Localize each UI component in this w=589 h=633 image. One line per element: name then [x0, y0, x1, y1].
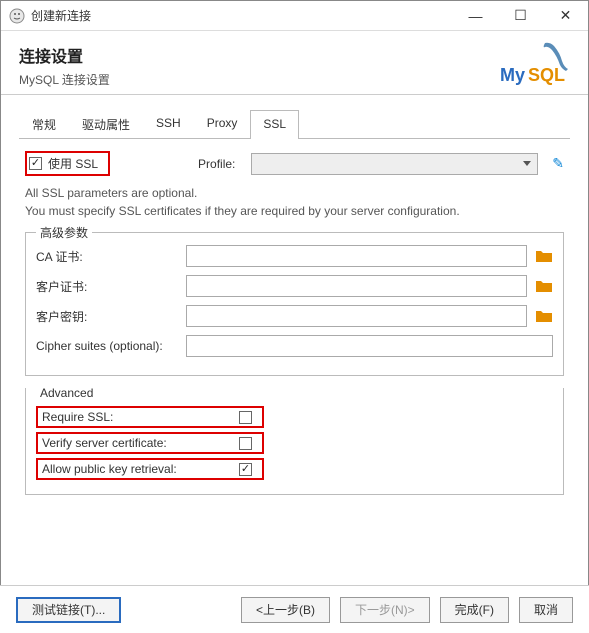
- use-ssl-highlight: 使用 SSL: [25, 151, 110, 176]
- mysql-logo: My SQL: [500, 41, 570, 92]
- page-title: 连接设置: [19, 43, 570, 67]
- cipher-label: Cipher suites (optional):: [36, 339, 186, 353]
- require-ssl-label: Require SSL:: [42, 410, 239, 424]
- folder-icon[interactable]: [535, 308, 553, 324]
- folder-icon[interactable]: [535, 248, 553, 264]
- tab-driver[interactable]: 驱动属性: [69, 109, 143, 138]
- header: 连接设置 MySQL 连接设置 My SQL: [1, 31, 588, 95]
- tab-ssh[interactable]: SSH: [143, 109, 194, 138]
- profile-label: Profile:: [198, 157, 235, 171]
- back-button[interactable]: <上一步(B): [241, 597, 330, 623]
- tab-proxy[interactable]: Proxy: [194, 109, 251, 138]
- maximize-button[interactable]: ☐: [498, 1, 543, 31]
- advanced-fieldset: Advanced Require SSL: Verify server cert…: [25, 388, 564, 495]
- client-key-input[interactable]: [186, 305, 527, 327]
- verify-cert-checkbox[interactable]: [239, 437, 252, 450]
- finish-button[interactable]: 完成(F): [440, 597, 509, 623]
- next-button: 下一步(N)>: [340, 597, 430, 623]
- help-text-2: You must specify SSL certificates if the…: [25, 202, 564, 220]
- test-button[interactable]: 测试链接(T)...: [16, 597, 121, 623]
- advanced2-legend: Advanced: [36, 386, 97, 400]
- app-icon: [9, 8, 25, 24]
- use-ssl-label: 使用 SSL: [48, 155, 98, 172]
- allow-pkr-highlight: Allow public key retrieval:: [36, 458, 264, 480]
- edit-icon[interactable]: ✎: [552, 155, 564, 172]
- minimize-button[interactable]: —: [453, 1, 498, 31]
- advanced-legend: 高级参数: [36, 224, 92, 241]
- ca-cert-input[interactable]: [186, 245, 527, 267]
- tab-general[interactable]: 常规: [19, 109, 69, 138]
- svg-text:My: My: [500, 65, 525, 85]
- require-ssl-highlight: Require SSL:: [36, 406, 264, 428]
- client-key-label: 客户密钥:: [36, 308, 186, 325]
- tab-ssl[interactable]: SSL: [250, 110, 299, 139]
- use-ssl-checkbox[interactable]: [29, 157, 42, 170]
- profile-select[interactable]: [251, 153, 538, 175]
- verify-cert-label: Verify server certificate:: [42, 436, 239, 450]
- page-subtitle: MySQL 连接设置: [19, 71, 570, 88]
- require-ssl-checkbox[interactable]: [239, 411, 252, 424]
- window-title: 创建新连接: [31, 7, 453, 24]
- tabs: 常规 驱动属性 SSH Proxy SSL: [19, 109, 570, 139]
- footer: 测试链接(T)... <上一步(B) 下一步(N)> 完成(F) 取消: [0, 585, 589, 633]
- client-cert-label: 客户证书:: [36, 278, 186, 295]
- close-button[interactable]: ✕: [543, 1, 588, 31]
- verify-cert-highlight: Verify server certificate:: [36, 432, 264, 454]
- client-cert-input[interactable]: [186, 275, 527, 297]
- folder-icon[interactable]: [535, 278, 553, 294]
- help-text-1: All SSL parameters are optional.: [25, 184, 564, 202]
- allow-pkr-checkbox[interactable]: [239, 463, 252, 476]
- allow-pkr-label: Allow public key retrieval:: [42, 462, 239, 476]
- cancel-button[interactable]: 取消: [519, 597, 573, 623]
- advanced-params-fieldset: 高级参数 CA 证书: 客户证书: 客户密钥: Cipher suites (o…: [25, 232, 564, 376]
- cipher-input[interactable]: [186, 335, 553, 357]
- svg-text:SQL: SQL: [528, 65, 565, 85]
- titlebar: 创建新连接 — ☐ ✕: [1, 1, 588, 31]
- ca-cert-label: CA 证书:: [36, 248, 186, 265]
